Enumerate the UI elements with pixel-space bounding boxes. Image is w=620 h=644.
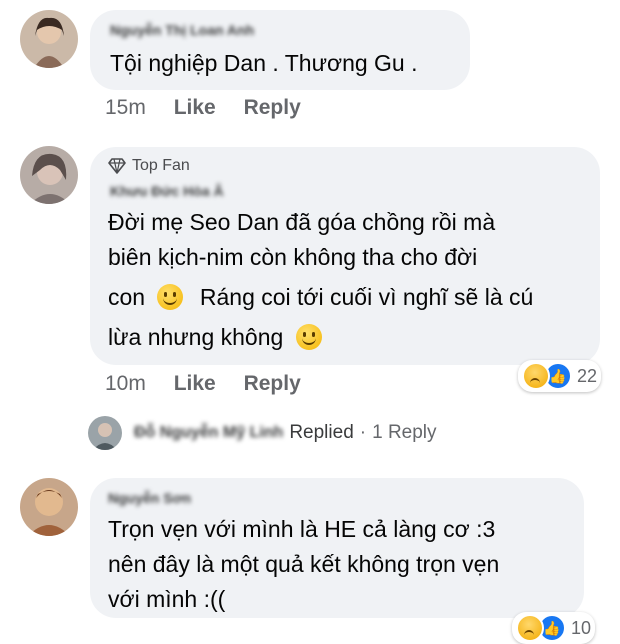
comment-text-line: Trọn vẹn với mình là HE cả làng cơ :3: [108, 516, 496, 542]
avatar[interactable]: [20, 146, 78, 204]
diamond-icon: [108, 158, 126, 174]
reaction-count: 10: [571, 617, 592, 638]
sad-reaction-icon: [516, 614, 544, 642]
comment-time[interactable]: 10m: [105, 372, 146, 395]
replier-name: Đỗ Nguyễn Mỹ Linh: [134, 424, 284, 441]
reaction-count: 22: [577, 365, 598, 386]
reaction-summary[interactable]: 👍 22: [518, 360, 602, 392]
comment-text-line: biên kịch-nim còn không tha cho đời: [108, 244, 478, 270]
comment-bubble: Nguyễn Sơn Trọn vẹn với mình là HE cả là…: [90, 478, 584, 618]
comment-text: Tội nghiệp Dan . Thương Gu .: [110, 50, 418, 76]
top-fan-badge: Top Fan: [108, 157, 190, 175]
replier-avatar: [88, 416, 122, 450]
comment-text-line: con Ráng coi tới cuối vì nghĩ sẽ là cú: [108, 280, 533, 315]
comment-text-segment: con: [108, 284, 146, 310]
avatar[interactable]: [20, 10, 78, 68]
avatar[interactable]: [20, 478, 78, 536]
comment-author[interactable]: Nguyễn Sơn: [108, 490, 191, 506]
smile-emoji-icon: [295, 324, 322, 350]
reply-count: 1 Reply: [372, 422, 437, 443]
smile-emoji-icon: [157, 284, 184, 310]
comment-text-line: Đời mẹ Seo Dan đã góa chồng rồi mà: [108, 209, 496, 235]
comment-text-line: với mình :((: [108, 586, 226, 612]
view-replies-link[interactable]: Đỗ Nguyễn Mỹ Linh Replied · 1 Reply: [88, 416, 437, 450]
comment-text-line: nên đây là một quả kết không trọn vẹn: [108, 551, 500, 577]
comment-bubble: Nguyễn Thị Loan Anh Tội nghiệp Dan . Thư…: [90, 10, 470, 90]
like-button[interactable]: Like: [174, 372, 216, 395]
comment-author[interactable]: Khưu Đức Hòa Â: [110, 183, 224, 199]
comment-meta: 15m Like Reply: [105, 96, 301, 120]
comment-text-line: lừa nhưng không: [108, 320, 324, 355]
comment-meta: 10m Like Reply: [105, 372, 301, 396]
comment-time[interactable]: 15m: [105, 96, 146, 119]
like-button[interactable]: Like: [174, 96, 216, 119]
reply-button[interactable]: Reply: [244, 372, 301, 395]
top-fan-label: Top Fan: [132, 157, 190, 174]
comment-text-segment: lừa nhưng không: [108, 324, 284, 350]
sad-reaction-icon: [522, 362, 550, 390]
comment-author[interactable]: Nguyễn Thị Loan Anh: [110, 22, 254, 38]
reply-button[interactable]: Reply: [244, 96, 301, 119]
replied-label: Replied: [289, 422, 354, 443]
reaction-summary[interactable]: 👍 10: [512, 612, 596, 644]
comment-bubble: Top Fan Khưu Đức Hòa Â Đời mẹ Seo Dan đã…: [90, 147, 600, 365]
separator: ·: [359, 422, 367, 443]
comment-text-segment: Ráng coi tới cuối vì nghĩ sẽ là cú: [199, 284, 534, 310]
